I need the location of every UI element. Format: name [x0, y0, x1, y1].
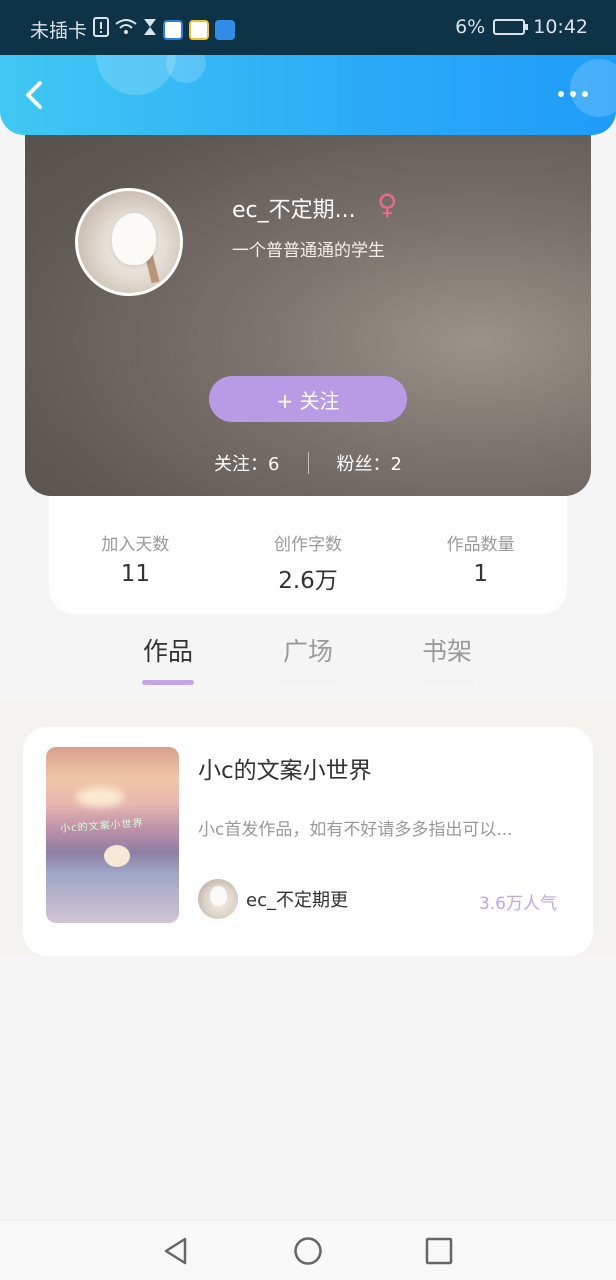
- more-dots-icon[interactable]: [558, 91, 588, 97]
- wifi-icon: [115, 18, 137, 41]
- stat-join-days: 加入天数 11: [49, 496, 222, 614]
- status-left: 未插卡: [30, 16, 236, 43]
- square-recent-icon[interactable]: [424, 1236, 454, 1266]
- decor-bubble: [570, 59, 616, 117]
- baidu-app-icon: [163, 19, 184, 40]
- tab-works[interactable]: 作品: [128, 632, 208, 685]
- tab-label: 作品: [142, 637, 193, 666]
- stat-label: 创作字数: [274, 535, 342, 555]
- tab-label: 广场: [282, 637, 333, 666]
- user-bio: 一个普普通通的学生: [232, 241, 385, 261]
- tab-indicator: [421, 680, 473, 685]
- tab-bookshelf[interactable]: 书架: [407, 632, 487, 685]
- status-right: 6% 10:42: [455, 16, 588, 38]
- stat-word-count: 创作字数 2.6万: [222, 496, 395, 614]
- stat-value: 2.6万: [278, 568, 338, 594]
- carrier-text: 未插卡: [30, 20, 88, 42]
- weather-app-icon: [215, 19, 236, 40]
- username: ec_不定期...: [232, 198, 356, 223]
- tab-square[interactable]: 广场: [268, 632, 348, 685]
- sim-alert-icon: [93, 17, 110, 42]
- author-name: ec_不定期更: [246, 890, 348, 911]
- tab-bar: 作品 广场 书架: [0, 632, 616, 698]
- circle-home-icon[interactable]: [293, 1236, 323, 1266]
- stat-value: 1: [473, 561, 488, 587]
- tab-indicator: [282, 680, 334, 685]
- stats-card: 加入天数 11 创作字数 2.6万 作品数量 1: [49, 496, 567, 614]
- back-button[interactable]: [18, 77, 54, 113]
- stat-label: 作品数量: [446, 535, 515, 555]
- following-count[interactable]: 关注：6: [214, 450, 279, 476]
- battery-percent: 6%: [455, 16, 486, 38]
- stat-label: 加入天数: [101, 535, 170, 555]
- system-nav-bar: [0, 1220, 616, 1280]
- hourglass-icon: [143, 18, 157, 41]
- clock: 10:42: [533, 16, 588, 38]
- follow-button[interactable]: + 关注: [209, 376, 407, 422]
- fans-count[interactable]: 粉丝：2: [337, 450, 402, 476]
- stat-value: 11: [120, 561, 150, 587]
- popularity-count: 3.6万人气: [478, 894, 557, 914]
- divider: [307, 452, 309, 474]
- female-icon: ♀: [377, 188, 398, 221]
- tab-indicator: [142, 680, 194, 685]
- triangle-back-icon[interactable]: [161, 1236, 191, 1266]
- author-avatar: [198, 879, 238, 919]
- cover-text: 小c的文案小世界: [59, 818, 144, 835]
- decor-bubble: [96, 55, 176, 95]
- work-title[interactable]: 小c的文案小世界: [198, 751, 372, 785]
- work-cover[interactable]: 小c的文案小世界: [46, 747, 179, 923]
- chevron-left-icon: [26, 81, 42, 109]
- avatar[interactable]: [75, 188, 183, 296]
- tab-label: 书架: [421, 637, 472, 666]
- stat-work-count: 作品数量 1: [394, 496, 567, 614]
- work-description: 小c首发作品，如有不好请多多指出可以...: [198, 820, 513, 840]
- decor-bubble: [166, 55, 206, 83]
- profile-card: ec_不定期... ♀ 一个普普通通的学生 + 关注 关注：6 粉丝：2: [25, 110, 591, 496]
- chat-app-icon: [189, 19, 210, 40]
- top-header: [0, 55, 616, 135]
- status-bar: 未插卡 6% 10:42: [0, 0, 616, 55]
- work-author[interactable]: ec_不定期更: [198, 879, 348, 919]
- battery-icon: [493, 19, 529, 35]
- follow-counts: 关注：6 粉丝：2: [25, 450, 591, 476]
- work-card[interactable]: 小c的文案小世界 小c的文案小世界 小c首发作品，如有不好请多多指出可以... …: [23, 727, 593, 956]
